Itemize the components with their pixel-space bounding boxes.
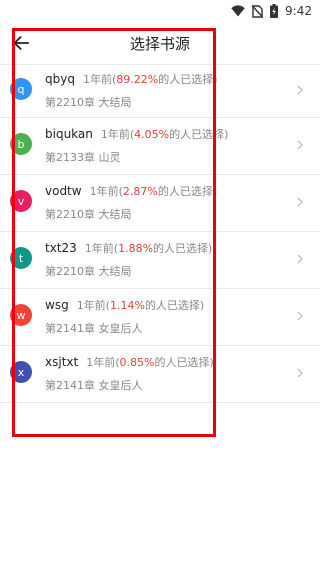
- source-meta: 1年前(1.88%的人已选择): [85, 242, 213, 255]
- status-icons: 9:42: [231, 3, 312, 19]
- chevron-right-icon: [297, 197, 303, 207]
- source-avatar: w: [10, 304, 32, 326]
- screen: 9:42 选择书源 q qbyq 1年前(89.22%的人已选择) 第2210章 …: [0, 0, 320, 568]
- toolbar: 选择书源: [0, 22, 320, 64]
- source-row[interactable]: q qbyq 1年前(89.22%的人已选择) 第2210章 大结局: [0, 63, 320, 118]
- source-avatar: x: [10, 361, 32, 383]
- selection-suffix: 的人已选择): [169, 128, 229, 141]
- selection-suffix: 的人已选择): [154, 356, 214, 369]
- time-ago: 1年前(: [82, 73, 117, 86]
- chevron-right-icon: [297, 368, 303, 378]
- time-ago: 1年前(: [84, 242, 119, 255]
- chevron-right-icon: [297, 254, 303, 264]
- latest-chapter: 第2210章 大结局: [45, 265, 132, 278]
- wifi-icon: [231, 5, 245, 17]
- status-bar: 9:42: [0, 0, 320, 22]
- source-row[interactable]: b biqukan 1年前(4.05%的人已选择) 第2133章 山灵: [0, 118, 320, 175]
- chevron-right-icon: [297, 85, 303, 95]
- source-name: vodtw: [45, 184, 82, 198]
- selection-percent: 1.88%: [118, 242, 154, 255]
- selection-suffix: 的人已选择): [157, 185, 218, 198]
- source-avatar: q: [10, 78, 32, 100]
- no-sim-icon: [252, 4, 264, 18]
- source-meta: 1年前(4.05%的人已选择): [101, 128, 229, 141]
- source-name: txt23: [45, 241, 77, 255]
- source-avatar: v: [10, 190, 32, 212]
- selection-percent: 4.05%: [134, 128, 170, 141]
- selection-percent: 89.22%: [116, 73, 159, 86]
- source-meta: 1年前(2.87%的人已选择): [90, 185, 218, 198]
- source-meta: 1年前(0.85%的人已选择): [86, 356, 214, 369]
- selection-suffix: 的人已选择): [144, 299, 205, 312]
- time-ago: 1年前(: [76, 299, 110, 312]
- source-row[interactable]: v vodtw 1年前(2.87%的人已选择) 第2210章 大结局: [0, 175, 320, 232]
- source-meta: 1年前(89.22%的人已选择): [83, 73, 218, 86]
- source-name: biqukan: [45, 127, 93, 141]
- battery-icon: [270, 4, 279, 18]
- latest-chapter: 第2141章 女皇后人: [45, 322, 143, 335]
- source-avatar: t: [10, 247, 32, 269]
- chevron-right-icon: [297, 140, 303, 150]
- source-list: q qbyq 1年前(89.22%的人已选择) 第2210章 大结局 b biqu…: [0, 63, 320, 403]
- source-avatar: b: [10, 133, 32, 155]
- source-row[interactable]: w wsg 1年前(1.14%的人已选择) 第2141章 女皇后人: [0, 289, 320, 346]
- page-title: 选择书源: [129, 35, 190, 53]
- latest-chapter: 第2133章 山灵: [45, 151, 121, 164]
- source-header: txt23 1年前(1.88%的人已选择): [45, 240, 212, 256]
- source-row[interactable]: t txt23 1年前(1.88%的人已选择) 第2210章 大结局: [0, 232, 320, 289]
- source-meta: 1年前(1.14%的人已选择): [77, 299, 205, 312]
- time-ago: 1年前(: [86, 356, 120, 369]
- source-header: xsjtxt 1年前(0.85%的人已选择): [45, 354, 214, 370]
- source-row[interactable]: x xsjtxt 1年前(0.85%的人已选择) 第2141章 女皇后人: [0, 346, 320, 403]
- selection-percent: 0.85%: [119, 356, 155, 369]
- selection-suffix: 的人已选择): [153, 242, 213, 255]
- source-header: wsg 1年前(1.14%的人已选择): [45, 297, 204, 313]
- selection-suffix: 的人已选择): [158, 73, 218, 86]
- latest-chapter: 第2210章 大结局: [45, 96, 132, 109]
- latest-chapter: 第2210章 大结局: [45, 208, 132, 221]
- source-name: qbyq: [45, 72, 75, 86]
- source-name: wsg: [45, 298, 69, 312]
- source-name: xsjtxt: [45, 355, 79, 369]
- status-time: 9:42: [285, 4, 312, 18]
- selection-percent: 1.14%: [109, 299, 145, 312]
- latest-chapter: 第2141章 女皇后人: [45, 379, 143, 392]
- source-header: biqukan 1年前(4.05%的人已选择): [45, 126, 228, 142]
- time-ago: 1年前(: [100, 128, 135, 141]
- chevron-right-icon: [297, 311, 303, 321]
- source-header: vodtw 1年前(2.87%的人已选择): [45, 183, 217, 199]
- time-ago: 1年前(: [89, 185, 123, 198]
- selection-percent: 2.87%: [122, 185, 158, 198]
- source-header: qbyq 1年前(89.22%的人已选择): [45, 71, 218, 87]
